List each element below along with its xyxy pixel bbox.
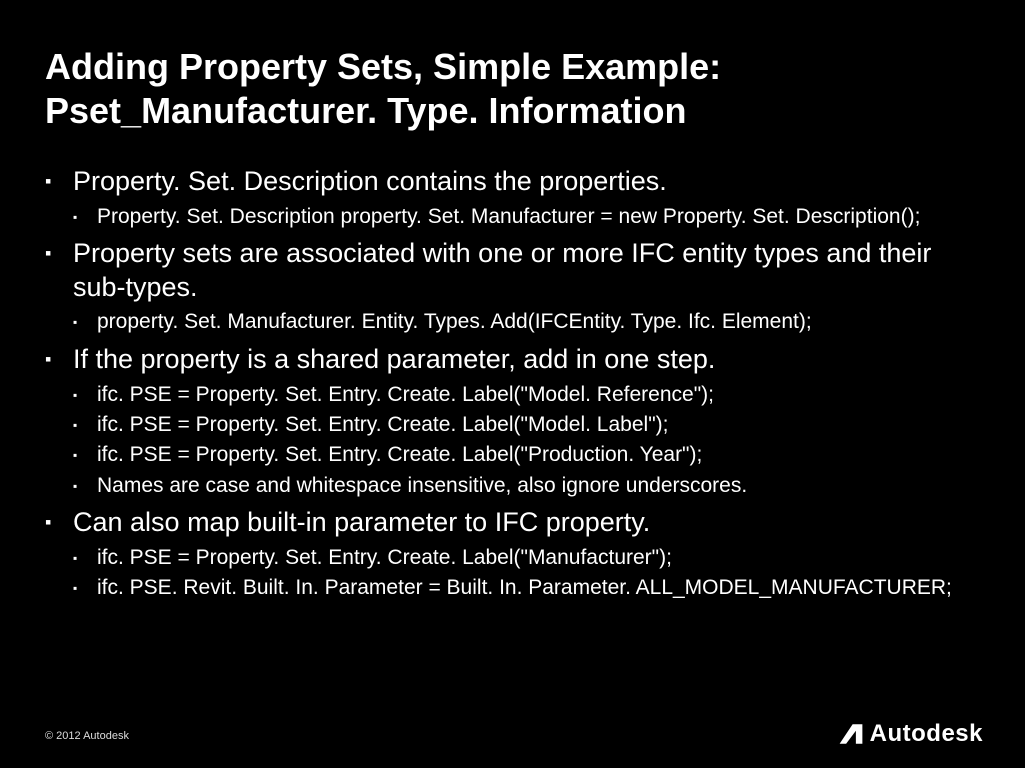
sub-bullet-item: Property. Set. Description property. Set…: [73, 203, 980, 231]
sub-bullet-list: property. Set. Manufacturer. Entity. Typ…: [73, 308, 980, 336]
sub-bullet-list: Property. Set. Description property. Set…: [73, 203, 980, 231]
sub-bullet-item: Names are case and whitespace insensitiv…: [73, 472, 980, 500]
sub-bullet-item: ifc. PSE = Property. Set. Entry. Create.…: [73, 381, 980, 409]
slide-title: Adding Property Sets, Simple Example: Ps…: [45, 45, 980, 133]
slide: Adding Property Sets, Simple Example: Ps…: [0, 0, 1025, 768]
sub-bullet-item: ifc. PSE = Property. Set. Entry. Create.…: [73, 441, 980, 469]
autodesk-logo-text: Autodesk: [870, 720, 983, 748]
copyright-footer: © 2012 Autodesk: [45, 730, 129, 742]
sub-bullet-list: ifc. PSE = Property. Set. Entry. Create.…: [73, 544, 980, 603]
bullet-item: Can also map built-in parameter to IFC p…: [45, 506, 980, 602]
autodesk-logo-icon: [838, 721, 864, 747]
sub-bullet-item: ifc. PSE = Property. Set. Entry. Create.…: [73, 411, 980, 439]
sub-bullet-item: ifc. PSE. Revit. Built. In. Parameter = …: [73, 574, 980, 602]
autodesk-logo: Autodesk: [838, 720, 983, 748]
sub-bullet-list: ifc. PSE = Property. Set. Entry. Create.…: [73, 381, 980, 500]
bullet-item: If the property is a shared parameter, a…: [45, 343, 980, 500]
bullet-item: Property. Set. Description contains the …: [45, 165, 980, 231]
bullet-text: Property. Set. Description contains the …: [73, 166, 667, 196]
bullet-text: If the property is a shared parameter, a…: [73, 344, 715, 374]
bullet-list: Property. Set. Description contains the …: [45, 165, 980, 603]
sub-bullet-item: property. Set. Manufacturer. Entity. Typ…: [73, 308, 980, 336]
bullet-text: Can also map built-in parameter to IFC p…: [73, 507, 650, 537]
bullet-item: Property sets are associated with one or…: [45, 237, 980, 337]
bullet-text: Property sets are associated with one or…: [73, 238, 931, 302]
sub-bullet-item: ifc. PSE = Property. Set. Entry. Create.…: [73, 544, 980, 572]
